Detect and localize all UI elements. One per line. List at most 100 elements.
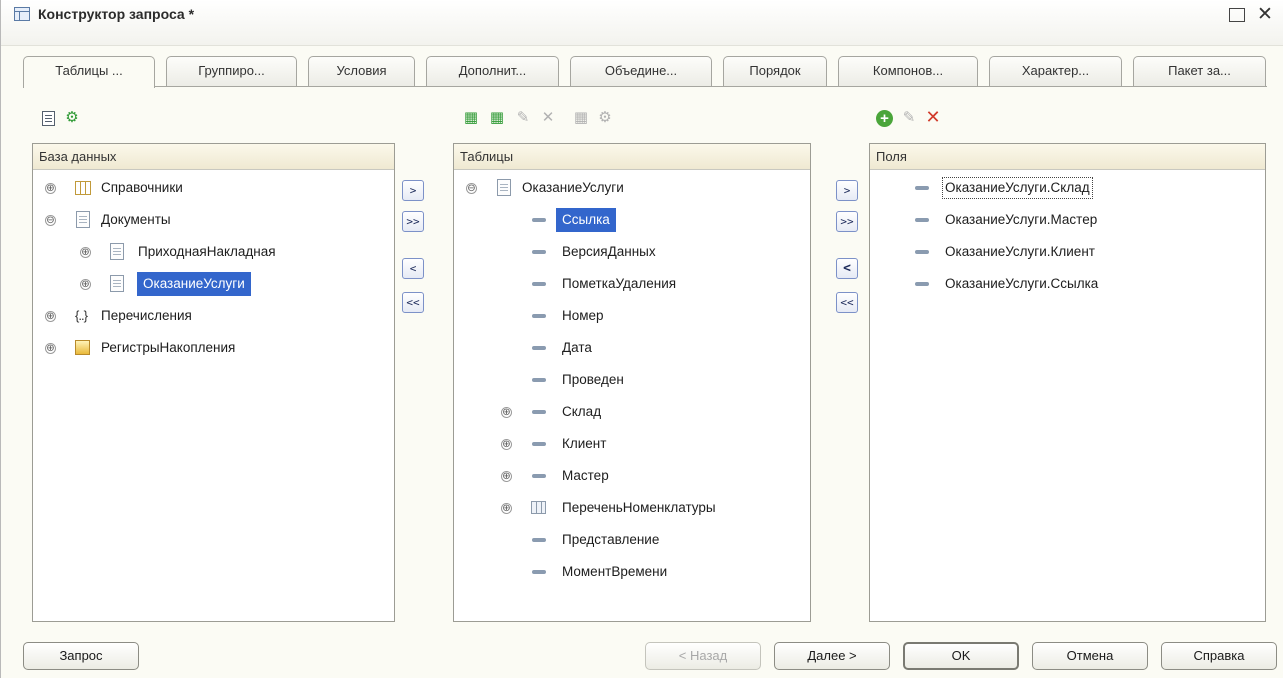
remove-table-button[interactable]: < bbox=[402, 258, 424, 279]
expand-icon[interactable]: ⊕ bbox=[501, 407, 512, 418]
field-label: ОказаниеУслуги.Ссылка bbox=[945, 276, 1099, 291]
field-client[interactable]: ⊕ Клиент bbox=[454, 432, 809, 456]
maximize-button[interactable] bbox=[1229, 8, 1245, 22]
collapse-icon[interactable]: ⊖ bbox=[466, 183, 477, 194]
add-field-icon[interactable]: + bbox=[876, 110, 893, 127]
expand-icon[interactable]: ⊕ bbox=[45, 343, 56, 354]
query-builder-window: Конструктор запроса * ✕ Таблицы ... Груп… bbox=[0, 0, 1283, 678]
tab-order[interactable]: Порядок bbox=[723, 56, 827, 86]
tree-node-label: ОказаниеУслуги bbox=[137, 272, 251, 296]
field-label: Мастер bbox=[562, 468, 609, 483]
list-item[interactable]: ОказаниеУслуги.Клиент bbox=[870, 240, 1264, 264]
field-number[interactable]: Номер bbox=[454, 304, 809, 328]
back-button[interactable]: < Назад bbox=[645, 642, 761, 670]
field-warehouse[interactable]: ⊕ Склад bbox=[454, 400, 809, 424]
refresh-icon[interactable]: ⚙ bbox=[63, 109, 81, 127]
add-all-tables-button[interactable]: >> bbox=[402, 211, 424, 232]
edit-field-icon[interactable]: ✎ bbox=[900, 109, 918, 127]
replace-table-icon[interactable]: ▦ bbox=[572, 109, 590, 127]
tab-tables[interactable]: Таблицы ... bbox=[23, 56, 155, 88]
field-data-version[interactable]: ВерсияДанных bbox=[454, 240, 809, 264]
tables-panel: Таблицы ⊖ ОказаниеУслуги Ссылка ВерсияДа… bbox=[453, 143, 811, 622]
delete-icon[interactable]: ✕ bbox=[539, 109, 557, 127]
field-icon bbox=[915, 218, 929, 222]
add-table-button[interactable]: > bbox=[402, 180, 424, 201]
field-nomenclature-list[interactable]: ⊕ ПереченьНоменклатуры bbox=[454, 496, 809, 520]
tree-node-enumerations[interactable]: ⊕ {..} Перечисления bbox=[33, 304, 393, 328]
field-date[interactable]: Дата bbox=[454, 336, 809, 360]
field-icon bbox=[532, 378, 546, 382]
tab-conditions[interactable]: Условия bbox=[308, 56, 415, 86]
tree-node-service-rendering-table[interactable]: ⊖ ОказаниеУслуги bbox=[454, 176, 809, 200]
field-icon bbox=[532, 282, 546, 286]
tree-node-service-rendering[interactable]: ⊕ ОказаниеУслуги bbox=[33, 272, 393, 296]
add-all-fields-button[interactable]: >> bbox=[836, 211, 858, 232]
remove-all-tables-button[interactable]: << bbox=[402, 292, 424, 313]
field-label: Проведен bbox=[562, 372, 624, 387]
list-item[interactable]: ОказаниеУслуги.Склад bbox=[870, 176, 1264, 200]
catalog-icon bbox=[75, 181, 91, 195]
tree-node-catalogs[interactable]: ⊕ Справочники bbox=[33, 176, 393, 200]
expand-icon[interactable]: ⊕ bbox=[501, 439, 512, 450]
expand-icon[interactable]: ⊕ bbox=[80, 279, 91, 290]
tab-composition[interactable]: Компонов... bbox=[838, 56, 978, 86]
field-point-in-time[interactable]: МоментВремени bbox=[454, 560, 809, 584]
title-bar: Конструктор запроса * ✕ bbox=[1, 0, 1283, 46]
remove-field-button[interactable]: < bbox=[836, 258, 858, 279]
tree-node-documents[interactable]: ⊖ Документы bbox=[33, 208, 393, 232]
field-label: ВерсияДанных bbox=[562, 244, 656, 259]
tab-unions[interactable]: Объедине... bbox=[570, 56, 712, 86]
list-view-icon[interactable] bbox=[42, 111, 55, 126]
add-table-icon[interactable]: ▦ bbox=[462, 109, 480, 127]
tree-node-accumulation-registers[interactable]: ⊕ РегистрыНакопления bbox=[33, 336, 393, 360]
field-label: Ссылка bbox=[556, 208, 616, 232]
cancel-button[interactable]: Отмена bbox=[1032, 642, 1148, 670]
field-label: ОказаниеУслуги.Склад bbox=[942, 177, 1093, 199]
query-button[interactable]: Запрос bbox=[23, 642, 139, 670]
window-title: Конструктор запроса * bbox=[38, 6, 195, 22]
tab-characteristics[interactable]: Характер... bbox=[989, 56, 1122, 86]
enumeration-icon: {..} bbox=[75, 308, 88, 323]
register-icon bbox=[75, 340, 90, 355]
tree-node-label: Справочники bbox=[101, 180, 183, 195]
document-icon bbox=[110, 243, 124, 260]
close-button[interactable]: ✕ bbox=[1257, 3, 1273, 26]
field-label: Номер bbox=[562, 308, 604, 323]
list-item[interactable]: ОказаниеУслуги.Мастер bbox=[870, 208, 1264, 232]
collapse-icon[interactable]: ⊖ bbox=[45, 215, 56, 226]
expand-icon[interactable]: ⊕ bbox=[45, 311, 56, 322]
edit-icon[interactable]: ✎ bbox=[514, 109, 532, 127]
tab-batch[interactable]: Пакет за... bbox=[1133, 56, 1266, 86]
expand-icon[interactable]: ⊕ bbox=[80, 247, 91, 258]
fields-panel: Поля ОказаниеУслуги.Склад ОказаниеУслуги… bbox=[869, 143, 1266, 622]
expand-icon[interactable]: ⊕ bbox=[501, 471, 512, 482]
delete-field-icon[interactable]: ✕ bbox=[924, 108, 942, 126]
tab-additional[interactable]: Дополнит... bbox=[426, 56, 559, 86]
field-ref[interactable]: Ссылка bbox=[454, 208, 809, 232]
field-icon bbox=[532, 346, 546, 350]
tree-node-incoming-invoice[interactable]: ⊕ ПриходнаяНакладная bbox=[33, 240, 393, 264]
next-button[interactable]: Далее > bbox=[774, 642, 890, 670]
query-builder-icon bbox=[14, 7, 30, 21]
field-label: Представление bbox=[562, 532, 660, 547]
document-icon bbox=[497, 179, 511, 196]
field-icon bbox=[915, 250, 929, 254]
remove-all-fields-button[interactable]: << bbox=[836, 292, 858, 313]
list-item[interactable]: ОказаниеУслуги.Ссылка bbox=[870, 272, 1264, 296]
field-label: ПереченьНоменклатуры bbox=[562, 500, 716, 515]
field-label: Клиент bbox=[562, 436, 607, 451]
add-nested-table-icon[interactable]: ▦ bbox=[488, 109, 506, 127]
help-button[interactable]: Справка bbox=[1161, 642, 1277, 670]
expand-icon[interactable]: ⊕ bbox=[501, 503, 512, 514]
ok-button[interactable]: OK bbox=[903, 642, 1019, 670]
table-settings-icon[interactable]: ⚙ bbox=[596, 109, 614, 127]
field-presentation[interactable]: Представление bbox=[454, 528, 809, 552]
field-master[interactable]: ⊕ Мастер bbox=[454, 464, 809, 488]
add-field-button[interactable]: > bbox=[836, 180, 858, 201]
field-posted[interactable]: Проведен bbox=[454, 368, 809, 392]
tree-node-label: ОказаниеУслуги bbox=[522, 180, 624, 195]
expand-icon[interactable]: ⊕ bbox=[45, 183, 56, 194]
field-icon bbox=[915, 186, 929, 190]
tab-grouping[interactable]: Группиро... bbox=[166, 56, 297, 86]
field-deletion-mark[interactable]: ПометкаУдаления bbox=[454, 272, 809, 296]
